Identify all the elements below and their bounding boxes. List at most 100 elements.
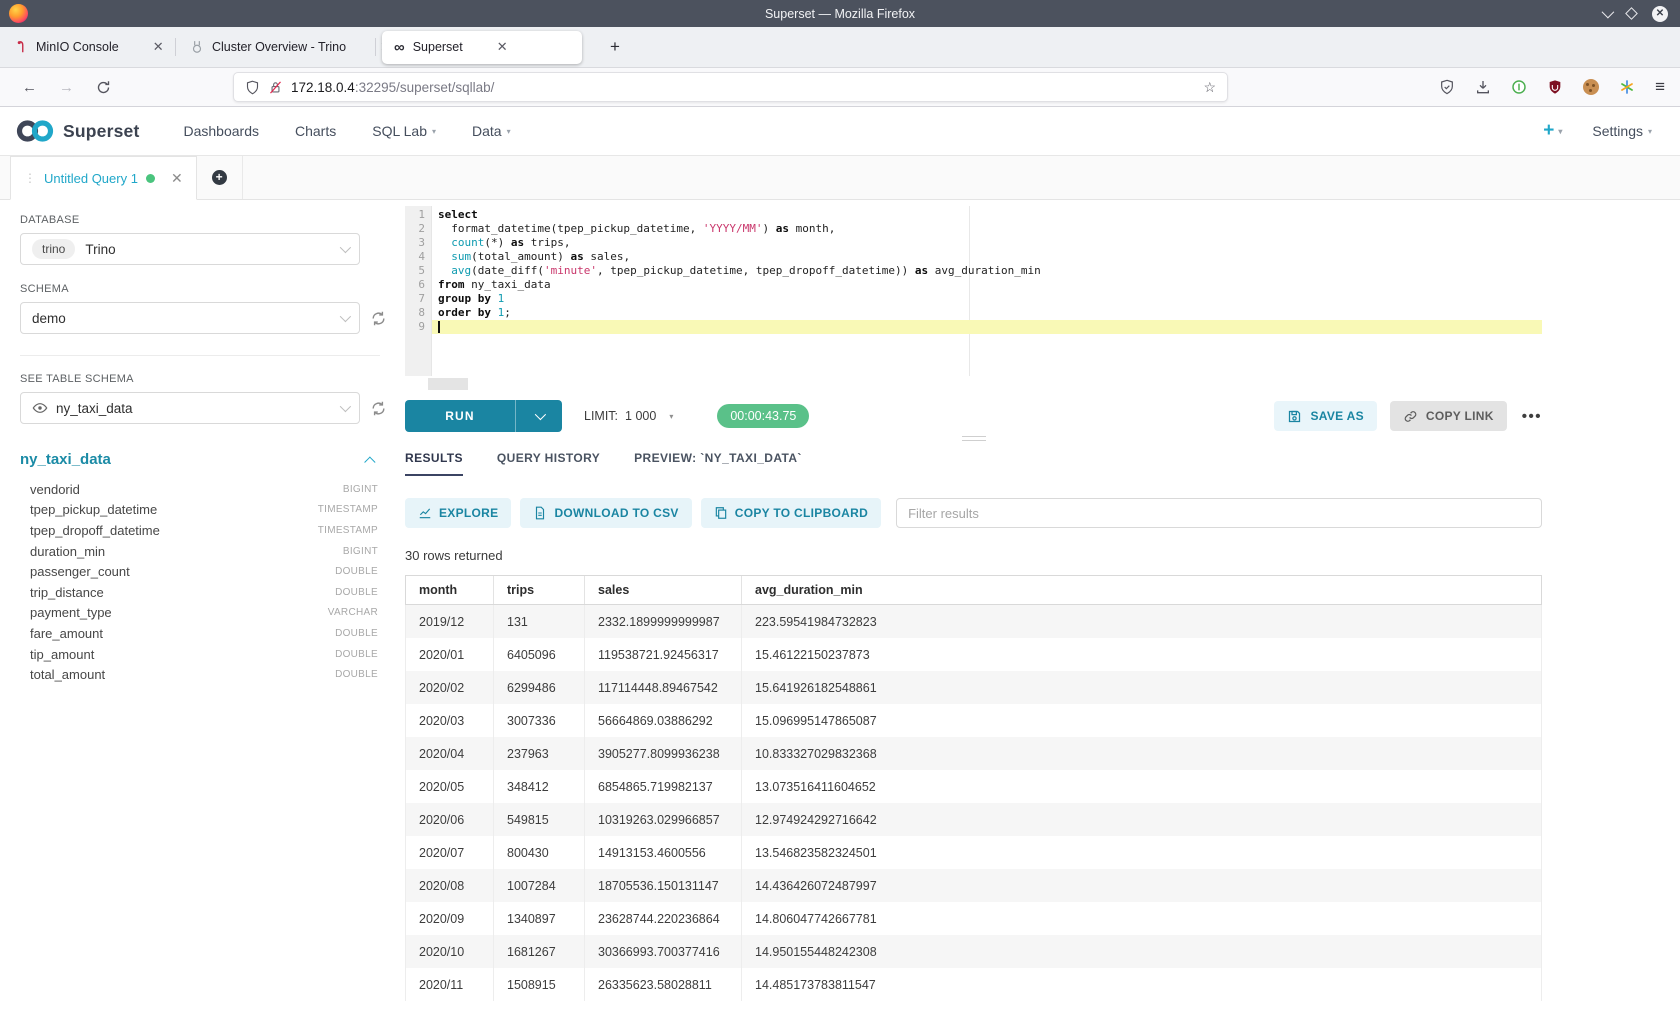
colorful-asterisk-extension-icon[interactable] bbox=[1619, 79, 1635, 95]
results-action-row: EXPLORE DOWNLOAD TO CSV COPY TO CLIPBOAR… bbox=[405, 498, 1542, 528]
more-options-button[interactable]: ••• bbox=[1522, 408, 1542, 425]
table-cell: 2020/11 bbox=[406, 968, 494, 1001]
column-header-trips[interactable]: trips bbox=[494, 576, 585, 604]
table-column-row[interactable]: tip_amountDOUBLE bbox=[20, 644, 378, 665]
table-row[interactable]: 2020/11150891526335623.5802881114.485173… bbox=[406, 968, 1541, 1001]
refresh-schemas-icon[interactable] bbox=[370, 310, 387, 327]
table-row[interactable]: 2020/03300733656664869.0388629215.096995… bbox=[406, 704, 1541, 737]
downloads-icon[interactable] bbox=[1475, 79, 1491, 95]
nav-item-dashboards[interactable]: Dashboards bbox=[184, 123, 260, 139]
table-row[interactable]: 2020/042379633905277.809993623810.833327… bbox=[406, 737, 1541, 770]
tab-query-history[interactable]: QUERY HISTORY bbox=[497, 451, 600, 476]
table-column-row[interactable]: tpep_dropoff_datetimeTIMESTAMP bbox=[20, 520, 378, 541]
add-query-tab-button[interactable]: + bbox=[197, 156, 243, 199]
window-maximize-icon[interactable] bbox=[1625, 7, 1638, 20]
sql-editor[interactable]: 123456789 select format_datetime(tpep_pi… bbox=[405, 206, 1542, 376]
insecure-lock-icon[interactable] bbox=[268, 80, 283, 95]
table-column-row[interactable]: fare_amountDOUBLE bbox=[20, 623, 378, 644]
copy-to-clipboard-button[interactable]: COPY TO CLIPBOARD bbox=[701, 498, 881, 528]
editor-code-line[interactable]: from ny_taxi_data bbox=[432, 278, 1542, 292]
editor-code-line[interactable]: count(*) as trips, bbox=[432, 236, 1542, 250]
table-column-row[interactable]: passenger_countDOUBLE bbox=[20, 561, 378, 582]
table-row[interactable]: 2020/0654981510319263.02996685712.974924… bbox=[406, 803, 1541, 836]
tab-close-icon[interactable]: ✕ bbox=[153, 39, 164, 55]
settings-menu[interactable]: Settings▾ bbox=[1592, 123, 1652, 139]
run-options-caret[interactable] bbox=[515, 400, 562, 432]
nav-item-sql-lab[interactable]: SQL Lab▾ bbox=[372, 123, 436, 139]
editor-hscrollbar[interactable] bbox=[405, 376, 1542, 392]
table-row[interactable]: 2020/026299486117114448.8946754215.64192… bbox=[406, 671, 1541, 704]
save-as-button[interactable]: SAVE AS bbox=[1274, 401, 1376, 431]
query-tab-untitled-query-1[interactable]: ⋮ Untitled Query 1 ✕ bbox=[10, 156, 197, 200]
column-header-avg_duration_min[interactable]: avg_duration_min bbox=[742, 576, 1541, 604]
tracking-protection-shield-icon[interactable] bbox=[245, 80, 260, 95]
table-cell: 131 bbox=[494, 605, 585, 638]
table-schema-select[interactable]: ny_taxi_data bbox=[20, 392, 360, 424]
shield-check-extension-icon[interactable] bbox=[1439, 79, 1455, 95]
forward-icon[interactable]: → bbox=[59, 79, 74, 96]
reload-icon[interactable] bbox=[96, 80, 111, 95]
run-button-label[interactable]: RUN bbox=[405, 400, 515, 432]
query-tab-close-icon[interactable]: ✕ bbox=[171, 170, 183, 187]
download-csv-button[interactable]: DOWNLOAD TO CSV bbox=[520, 498, 691, 528]
column-header-sales[interactable]: sales bbox=[585, 576, 742, 604]
superset-brand[interactable]: Superset bbox=[14, 118, 140, 144]
editor-code-line[interactable]: select bbox=[432, 208, 1542, 222]
bookmark-star-icon[interactable]: ☆ bbox=[1203, 79, 1216, 96]
copy-link-button[interactable]: COPY LINK bbox=[1390, 401, 1507, 431]
nav-item-data[interactable]: Data▾ bbox=[472, 123, 511, 139]
chevron-down-icon bbox=[340, 311, 351, 322]
refresh-tables-icon[interactable] bbox=[370, 400, 387, 417]
column-header-month[interactable]: month bbox=[406, 576, 494, 604]
schema-select[interactable]: demo bbox=[20, 302, 360, 334]
table-row[interactable]: 2020/053484126854865.71998213713.0735164… bbox=[406, 770, 1541, 803]
window-minimize-icon[interactable] bbox=[1602, 6, 1615, 19]
menu-hamburger-icon[interactable]: ≡ bbox=[1655, 77, 1665, 97]
green-extension-icon[interactable] bbox=[1511, 79, 1527, 95]
editor-code-line[interactable]: avg(date_diff('minute', tpep_pickup_date… bbox=[432, 264, 1542, 278]
editor-code-line[interactable]: order by 1; bbox=[432, 306, 1542, 320]
url-bar[interactable]: 172.18.0.4:32295/superset/sqllab/ ☆ bbox=[233, 72, 1228, 102]
table-column-row[interactable]: vendoridBIGINT bbox=[20, 479, 378, 500]
table-name-heading[interactable]: ny_taxi_data bbox=[20, 451, 111, 468]
table-row[interactable]: 2019/121312332.1899999999987223.59541984… bbox=[406, 605, 1541, 638]
back-icon[interactable]: ← bbox=[22, 79, 37, 96]
filter-results-input[interactable] bbox=[896, 498, 1542, 528]
table-column-row[interactable]: tpep_pickup_datetimeTIMESTAMP bbox=[20, 500, 378, 521]
limit-dropdown[interactable]: LIMIT: 1 000 ▾ bbox=[584, 409, 673, 423]
pane-resize-grip[interactable] bbox=[962, 436, 986, 441]
database-select[interactable]: trino Trino bbox=[20, 233, 360, 265]
nav-item-charts[interactable]: Charts bbox=[295, 123, 336, 139]
table-column-row[interactable]: total_amountDOUBLE bbox=[20, 664, 378, 685]
ublock-origin-icon[interactable] bbox=[1547, 79, 1563, 95]
new-tab-button[interactable]: + bbox=[602, 37, 628, 57]
table-column-row[interactable]: duration_minBIGINT bbox=[20, 541, 378, 562]
window-close-icon[interactable]: ✕ bbox=[1652, 6, 1668, 22]
editor-code-line[interactable] bbox=[432, 320, 1542, 334]
table-row[interactable]: 2020/10168126730366993.70037741614.95015… bbox=[406, 935, 1541, 968]
table-row[interactable]: 2020/0780043014913153.460055613.54682358… bbox=[406, 836, 1541, 869]
cookie-extension-icon[interactable] bbox=[1583, 79, 1599, 95]
hscrollbar-thumb[interactable] bbox=[428, 378, 468, 390]
collapse-chevron-icon[interactable] bbox=[364, 456, 375, 467]
explore-button[interactable]: EXPLORE bbox=[405, 498, 511, 528]
browser-tab-trino[interactable]: Cluster Overview - Trino ✕ bbox=[176, 27, 376, 67]
table-row[interactable]: 2020/09134089723628744.22023686414.80604… bbox=[406, 902, 1541, 935]
editor-code-line[interactable]: sum(total_amount) as sales, bbox=[432, 250, 1542, 264]
table-column-row[interactable]: trip_distanceDOUBLE bbox=[20, 582, 378, 603]
tab-preview-table[interactable]: PREVIEW: `NY_TAXI_DATA` bbox=[634, 451, 802, 476]
browser-tab-superset[interactable]: ∞ Superset ✕ bbox=[382, 31, 582, 64]
tab-close-icon[interactable]: ✕ bbox=[497, 39, 508, 55]
tab-results[interactable]: RESULTS bbox=[405, 451, 463, 476]
editor-code-line[interactable]: format_datetime(tpep_pickup_datetime, 'Y… bbox=[432, 222, 1542, 236]
editor-code-line[interactable]: group by 1 bbox=[432, 292, 1542, 306]
browser-tab-minio[interactable]: MinIO Console ✕ bbox=[0, 27, 176, 67]
url-text[interactable]: 172.18.0.4:32295/superset/sqllab/ bbox=[291, 80, 494, 95]
new-item-plus-button[interactable]: +▾ bbox=[1543, 120, 1562, 142]
run-button[interactable]: RUN bbox=[405, 400, 562, 432]
table-row[interactable]: 2020/08100728418705536.15013114714.43642… bbox=[406, 869, 1541, 902]
drag-grip-icon[interactable]: ⋮ bbox=[24, 171, 36, 185]
table-row[interactable]: 2020/016405096119538721.9245631715.46122… bbox=[406, 638, 1541, 671]
editor-code-area[interactable]: select format_datetime(tpep_pickup_datet… bbox=[432, 206, 1542, 376]
table-column-row[interactable]: payment_typeVARCHAR bbox=[20, 603, 378, 624]
